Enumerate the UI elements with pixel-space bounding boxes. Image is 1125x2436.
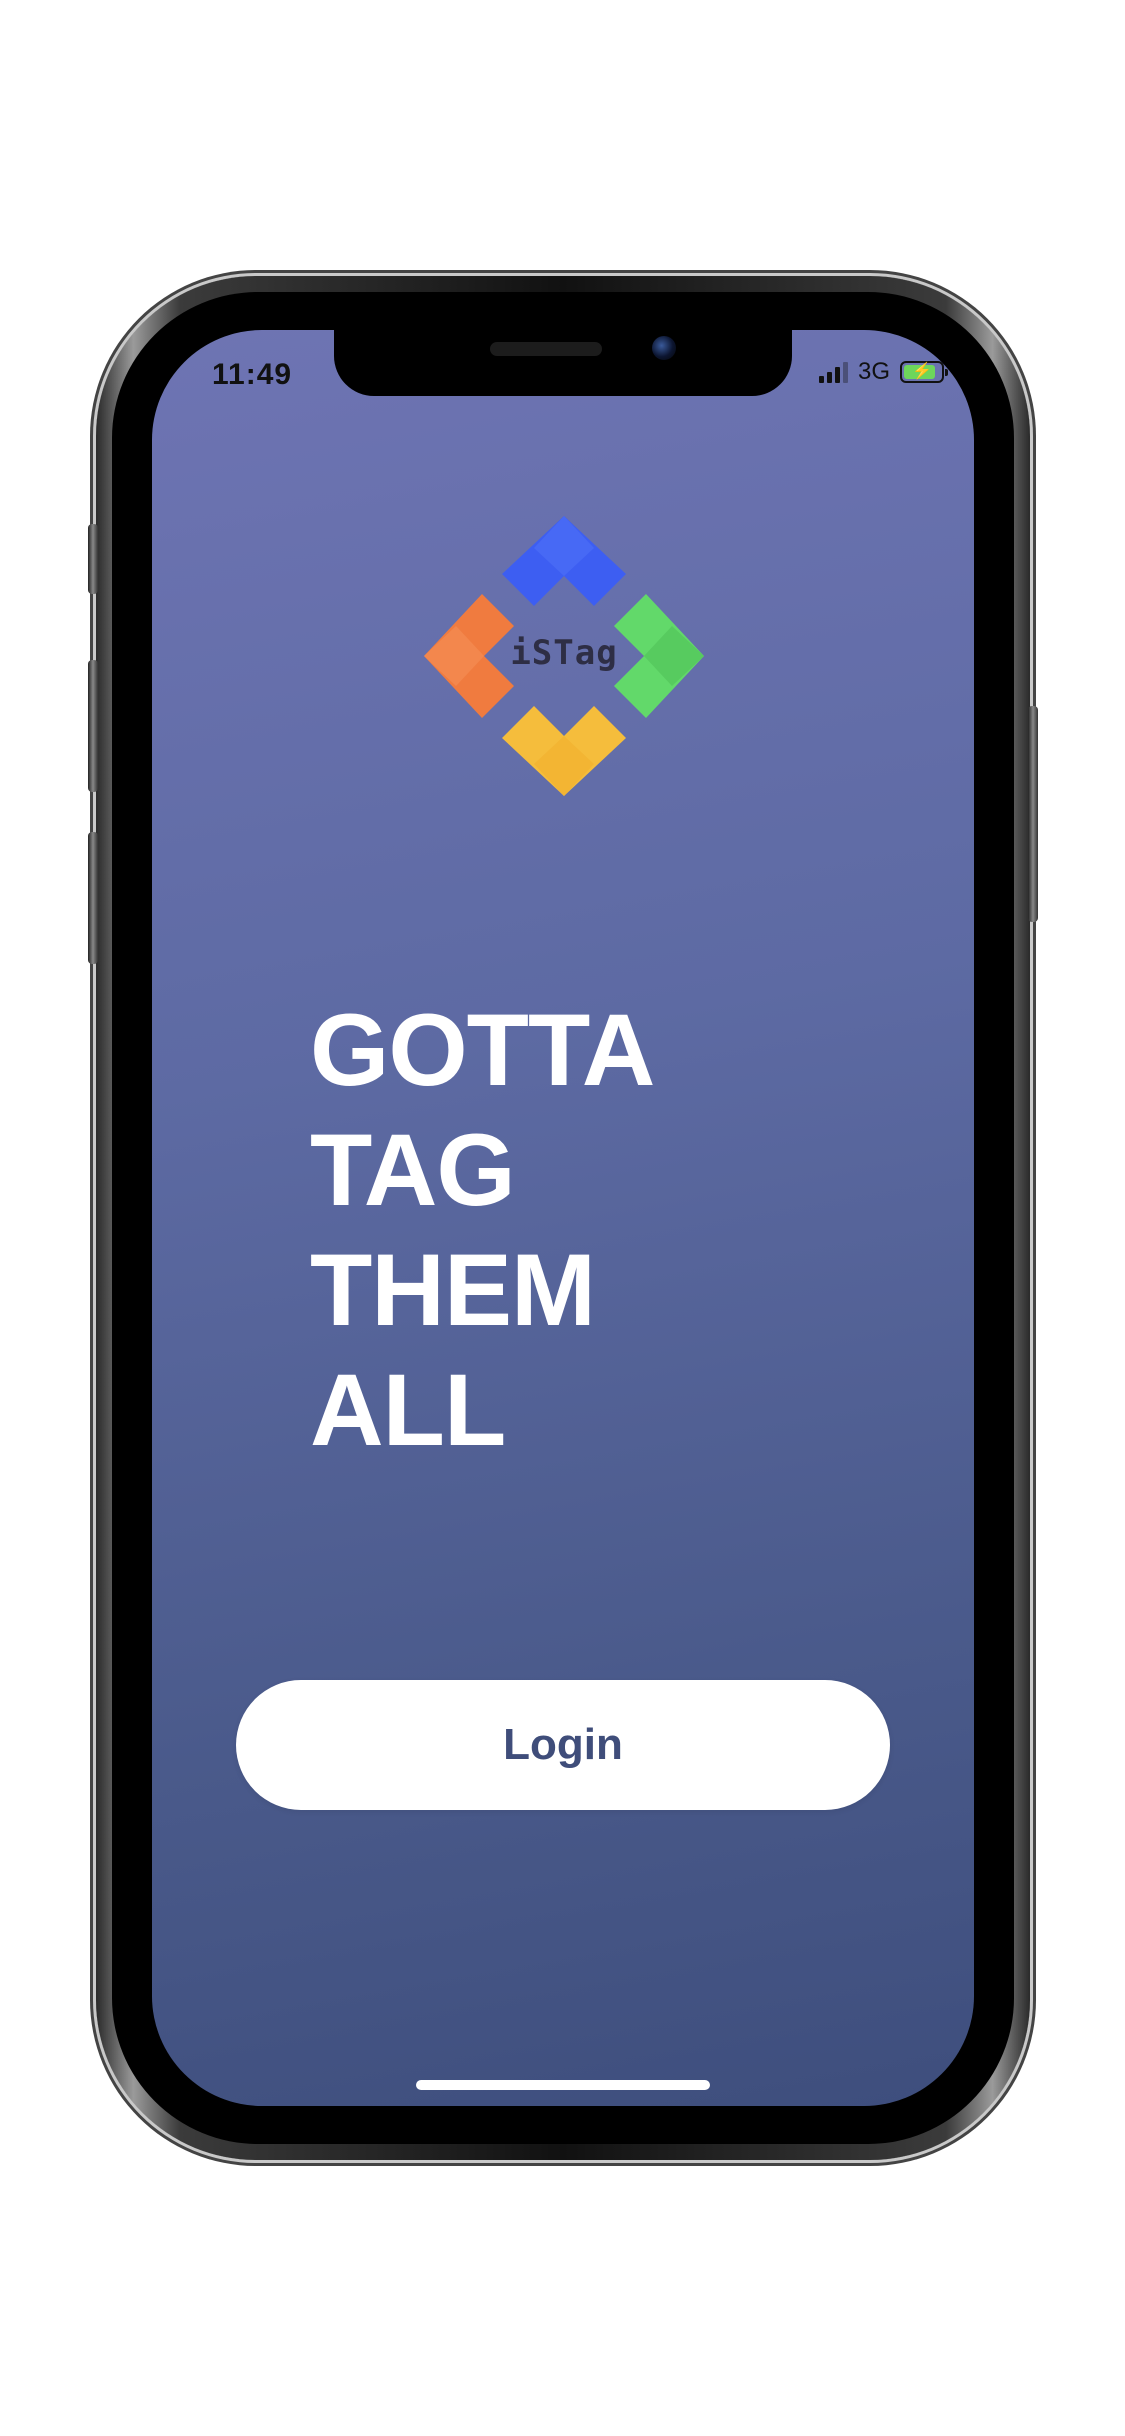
- tagline-heading: GOTTA TAG THEM ALL: [310, 990, 655, 1470]
- network-type: 3G: [857, 358, 890, 385]
- tagline-line-1: GOTTA: [310, 993, 655, 1107]
- status-time: 11:49: [212, 358, 293, 391]
- charging-bolt-icon: ⚡: [912, 363, 932, 380]
- volume-up-button: [88, 660, 98, 792]
- mute-switch: [88, 524, 98, 594]
- notch: [334, 330, 792, 396]
- status-indicators: 3G ⚡: [818, 358, 948, 386]
- app-screen: 11:49 3G ⚡ iSTag GOTTA TAG THEM ALL Logi…: [152, 330, 974, 2106]
- home-indicator[interactable]: [416, 2080, 710, 2090]
- battery-charging-icon: ⚡: [900, 361, 948, 383]
- istag-diamond-logo: iSTag: [424, 516, 704, 796]
- earpiece-speaker: [490, 342, 602, 356]
- tagline-line-4: ALL: [310, 1353, 506, 1467]
- tagline-line-2: TAG: [310, 1113, 516, 1227]
- logo-wordmark: iSTag: [510, 633, 618, 673]
- power-button: [1028, 706, 1038, 922]
- tagline-line-3: THEM: [310, 1233, 596, 1347]
- front-camera: [652, 336, 676, 360]
- login-button[interactable]: Login: [236, 1680, 890, 1810]
- volume-down-button: [88, 832, 98, 964]
- signal-bars-icon: [818, 361, 848, 383]
